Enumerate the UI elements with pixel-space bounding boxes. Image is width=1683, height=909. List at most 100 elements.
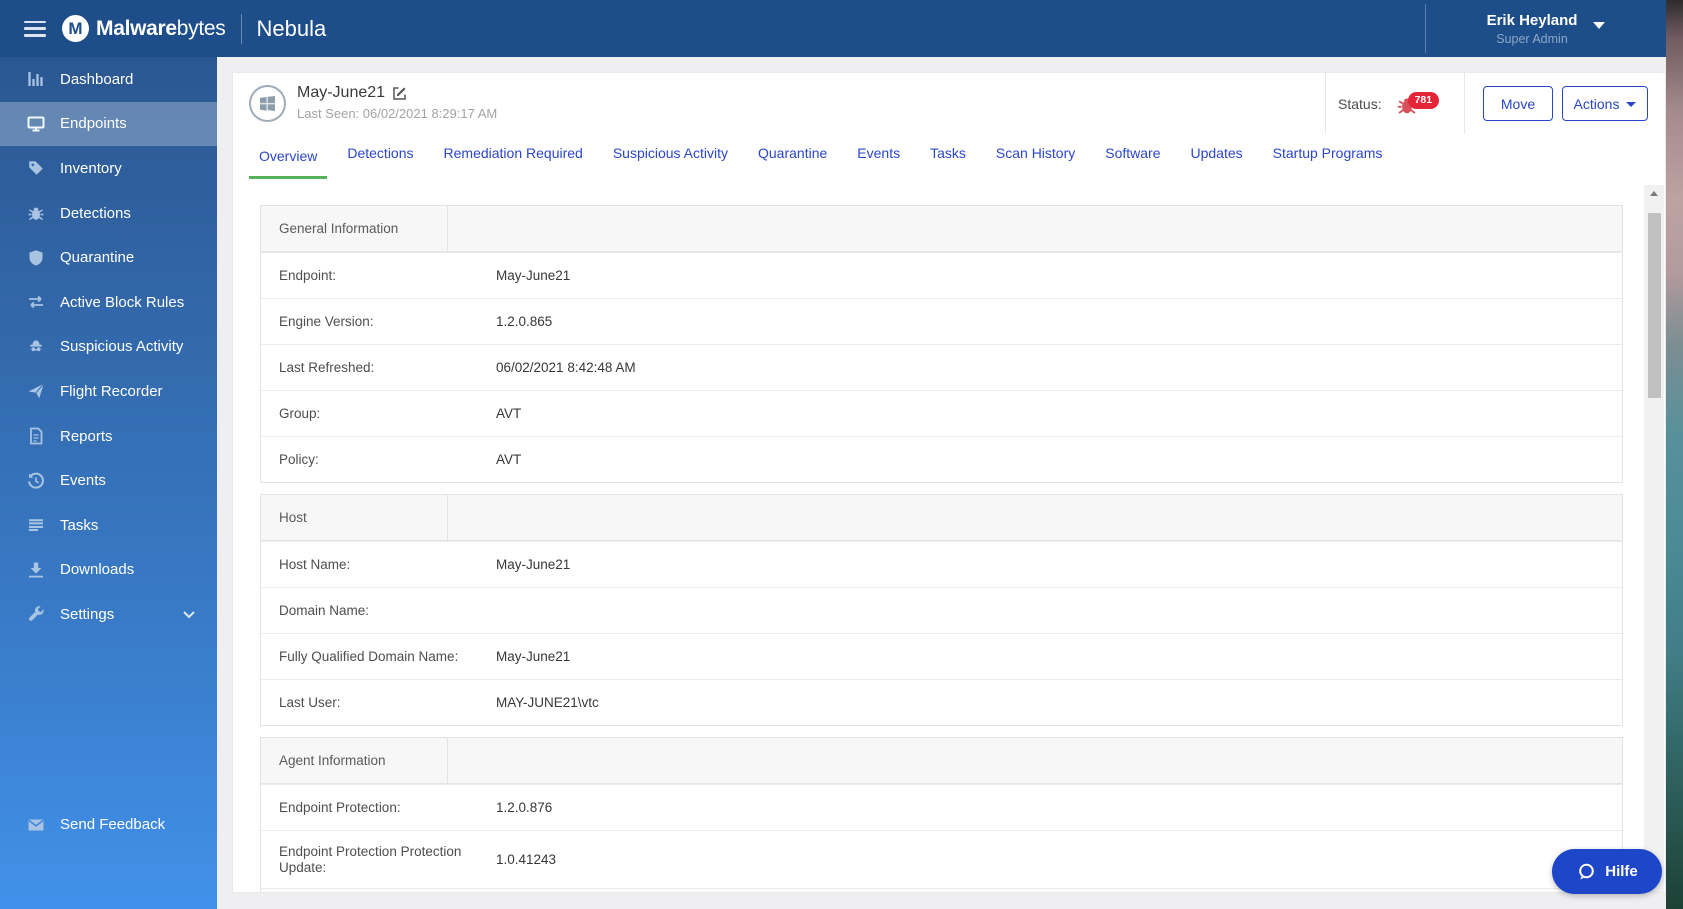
envelope-icon [26, 816, 46, 834]
sidebar-item-detections[interactable]: Detections [0, 191, 217, 236]
endpoint-name: May-June21 [297, 84, 386, 101]
row-label: Last Refreshed: [279, 359, 375, 375]
row-value: MAY-JUNE21\vtc [496, 695, 599, 710]
section-title: Agent Information [261, 738, 448, 783]
list-icon [26, 516, 46, 534]
section-header: General Information [261, 206, 1622, 252]
sidebar-item-events[interactable]: Events [0, 458, 217, 503]
help-button[interactable]: Hilfe [1552, 849, 1662, 894]
row-value: 1.0.41243 [496, 852, 557, 867]
sidebar-item-reports[interactable]: Reports [0, 414, 217, 459]
sidebar-item-downloads[interactable]: Downloads [0, 548, 217, 593]
tab-scan-history[interactable]: Scan History [986, 145, 1085, 179]
sidebar-item-label: Settings [60, 605, 115, 623]
section-host: Host Host Name: May-June21 Domain Name: F… [260, 494, 1623, 726]
document-icon [26, 427, 46, 445]
brand-bold: Malware [96, 16, 177, 40]
chat-bubble-icon [1576, 862, 1596, 882]
user-name: Erik Heyland [1486, 11, 1578, 29]
table-row: Group: AVT [261, 390, 1622, 436]
scrollbar-thumb[interactable] [1647, 213, 1661, 398]
chevron-down-icon [1593, 22, 1606, 29]
sidebar-item-label: Reports [60, 427, 113, 445]
edit-icon[interactable] [392, 86, 407, 101]
sidebar-item-label: Downloads [60, 561, 135, 579]
row-value: 1.2.0.876 [496, 800, 553, 815]
scroll-up-arrow[interactable] [1644, 185, 1664, 202]
table-row: Policy: AVT [261, 436, 1622, 482]
row-value: AVT [496, 452, 522, 467]
overview-content: General Information Endpoint: May-June21 … [233, 179, 1665, 892]
sidebar-item-send-feedback[interactable]: Send Feedback [0, 802, 217, 847]
header-divider [1325, 73, 1326, 134]
desktop-wallpaper-strip [1666, 0, 1683, 909]
table-row: Domain Name: [261, 587, 1622, 633]
status-label: Status: [1338, 95, 1382, 112]
tab-remediation-required[interactable]: Remediation Required [434, 145, 593, 179]
shield-icon [26, 249, 46, 267]
tab-detections[interactable]: Detections [337, 145, 423, 179]
chevron-down-icon [183, 606, 195, 623]
sidebar-item-settings[interactable]: Settings [0, 592, 217, 637]
row-label: Policy: [279, 451, 319, 467]
section-agent-information: Agent Information Endpoint Protection: 1.… [260, 737, 1623, 892]
table-row: Endpoint Protection Protection Update: 1.… [261, 830, 1622, 888]
tab-quarantine[interactable]: Quarantine [748, 145, 837, 179]
sidebar-item-tasks[interactable]: Tasks [0, 503, 217, 548]
row-label: Last User: [279, 694, 341, 710]
tab-suspicious-activity[interactable]: Suspicious Activity [603, 145, 738, 179]
history-icon [26, 472, 46, 490]
paper-plane-icon [26, 382, 46, 400]
topbar-divider [241, 13, 243, 44]
row-label: Endpoint Protection: [279, 799, 401, 815]
brand-light: bytes [176, 16, 226, 40]
table-row: Last Refreshed: 06/02/2021 8:42:48 AM [261, 344, 1622, 390]
product-name: Nebula [256, 15, 327, 41]
section-header: Agent Information [261, 738, 1622, 784]
tab-startup-programs[interactable]: Startup Programs [1263, 145, 1393, 179]
table-row: Engine Version: 1.2.0.865 [261, 298, 1622, 344]
sidebar-item-inventory[interactable]: Inventory [0, 146, 217, 191]
sidebar-item-active-block-rules[interactable]: Active Block Rules [0, 280, 217, 325]
row-label: Domain Name: [279, 602, 370, 618]
row-value: May-June21 [496, 649, 571, 664]
sidebar-item-dashboard[interactable]: Dashboard [0, 57, 217, 102]
windows-os-icon [249, 85, 286, 122]
malwarebytes-m-icon: M [62, 15, 89, 42]
section-title: General Information [261, 206, 448, 251]
sidebar-item-quarantine[interactable]: Quarantine [0, 235, 217, 280]
row-value: AVT [496, 406, 522, 421]
last-seen: Last Seen: 06/02/2021 8:29:17 AM [297, 106, 498, 121]
sidebar-item-label: Send Feedback [60, 816, 166, 834]
sidebar-item-label: Active Block Rules [60, 293, 185, 311]
section-general-information: General Information Endpoint: May-June21 … [260, 205, 1623, 483]
tab-tasks[interactable]: Tasks [920, 145, 976, 179]
row-label: Group: [279, 405, 321, 421]
tab-overview[interactable]: Overview [249, 148, 328, 179]
table-row: Endpoint: May-June21 [261, 252, 1622, 298]
bug-icon [26, 204, 46, 222]
status-badge: 781 [1407, 91, 1440, 109]
actions-button[interactable]: Actions [1562, 86, 1648, 121]
sidebar-item-flight-recorder[interactable]: Flight Recorder [0, 369, 217, 414]
brand-text: Malwarebytes [96, 16, 226, 41]
sidebar-item-suspicious-activity[interactable]: Suspicious Activity [0, 325, 217, 370]
sidebar-item-label: Flight Recorder [60, 382, 163, 400]
row-label: Endpoint: [279, 267, 337, 283]
sidebar: Dashboard Endpoints Inventory Detections… [0, 57, 217, 909]
endpoint-header: May-June21 Last Seen: 06/02/2021 8:29:17… [233, 73, 1665, 134]
hamburger-menu-icon[interactable] [24, 20, 46, 37]
tab-events[interactable]: Events [847, 145, 910, 179]
row-label: Engine Version: [279, 313, 374, 329]
row-value [486, 598, 1622, 624]
user-menu[interactable]: Erik Heyland Super Admin [1425, 4, 1666, 53]
sidebar-item-label: Tasks [60, 516, 99, 534]
tab-software[interactable]: Software [1095, 145, 1170, 179]
move-button[interactable]: Move [1483, 86, 1553, 121]
sidebar-item-label: Dashboard [60, 70, 134, 88]
tab-updates[interactable]: Updates [1181, 145, 1253, 179]
header-divider [1464, 73, 1465, 134]
app-window: M Malwarebytes Nebula Erik Heyland Super… [0, 0, 1666, 909]
sidebar-item-endpoints[interactable]: Endpoints [0, 101, 217, 147]
